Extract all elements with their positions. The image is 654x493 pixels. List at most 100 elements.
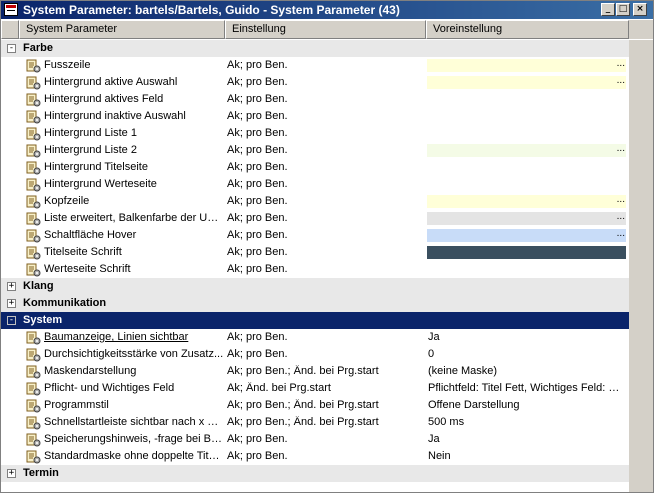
parameter-row[interactable]: Baumanzeige, Linien sichtbar Ak; pro Ben.… bbox=[1, 329, 629, 346]
parameter-icon bbox=[26, 381, 41, 396]
color-picker-dots[interactable]: ... bbox=[617, 211, 625, 222]
parameter-row[interactable]: Hintergrund Liste 1 Ak; pro Ben. bbox=[1, 125, 629, 142]
parameter-row[interactable]: Hintergrund aktives Feld Ak; pro Ben. bbox=[1, 91, 629, 108]
parameter-row[interactable]: Standardmaske ohne doppelte Titell... Ak;… bbox=[1, 448, 629, 465]
parameter-row[interactable]: Speicherungshinweis, -frage bei Bea... Ak… bbox=[1, 431, 629, 448]
parameter-label: Hintergrund Liste 1 bbox=[44, 127, 137, 139]
expand-icon[interactable]: + bbox=[7, 469, 16, 478]
parameter-icon bbox=[26, 160, 41, 175]
group-row-system[interactable]: - System bbox=[1, 312, 629, 329]
title-bar[interactable]: System Parameter: bartels/Bartels, Guido… bbox=[1, 1, 653, 19]
system-parameter-window: System Parameter: bartels/Bartels, Guido… bbox=[0, 0, 654, 493]
expand-icon[interactable]: + bbox=[7, 299, 16, 308]
group-row-kommunikation[interactable]: + Kommunikation bbox=[1, 295, 629, 312]
parameter-row[interactable]: Hintergrund Liste 2 Ak; pro Ben.... bbox=[1, 142, 629, 159]
parameter-row[interactable]: Hintergrund aktive Auswahl Ak; pro Ben...… bbox=[1, 74, 629, 91]
parameter-icon bbox=[26, 398, 41, 413]
parameter-icon bbox=[26, 177, 41, 192]
parameter-setting: Ak; Änd. bei Prg.start bbox=[227, 382, 331, 394]
parameter-setting: Ak; pro Ben. bbox=[227, 161, 288, 173]
parameter-label: Standardmaske ohne doppelte Titell... bbox=[44, 450, 224, 462]
parameter-icon bbox=[26, 228, 41, 243]
maximize-button[interactable]: □ bbox=[616, 3, 630, 16]
parameter-default: Pflichtfeld: Titel Fett, Wichtiges Feld:… bbox=[428, 382, 625, 394]
parameter-icon bbox=[26, 432, 41, 447]
parameter-setting: Ak; pro Ben. bbox=[227, 331, 288, 343]
parameter-setting: Ak; pro Ben.; Änd. bei Prg.start bbox=[227, 416, 379, 428]
collapse-icon[interactable]: - bbox=[7, 44, 16, 53]
parameter-row[interactable]: Hintergrund Titelseite Ak; pro Ben. bbox=[1, 159, 629, 176]
column-header-parameter[interactable]: System Parameter bbox=[19, 20, 225, 39]
parameter-row[interactable]: Hintergrund inaktive Auswahl Ak; pro Ben. bbox=[1, 108, 629, 125]
default-color-swatch[interactable]: ... bbox=[427, 143, 626, 157]
group-row-farbe[interactable]: - Farbe bbox=[1, 40, 629, 57]
parameter-icon bbox=[26, 109, 41, 124]
parameter-setting: Ak; pro Ben. bbox=[227, 433, 288, 445]
default-color-swatch[interactable]: ... bbox=[427, 211, 626, 225]
default-color-swatch[interactable]: ... bbox=[427, 194, 626, 208]
parameter-icon bbox=[26, 262, 41, 277]
expand-icon[interactable]: + bbox=[7, 282, 16, 291]
parameter-icon bbox=[26, 126, 41, 141]
default-color-swatch[interactable]: ... bbox=[427, 75, 626, 89]
parameter-icon bbox=[26, 143, 41, 158]
column-header-voreinstellung[interactable]: Voreinstellung bbox=[426, 20, 629, 39]
group-label: Termin bbox=[23, 467, 59, 479]
parameter-row[interactable]: Liste erweitert, Balkenfarbe der Unte...… bbox=[1, 210, 629, 227]
column-header-spacer bbox=[1, 20, 19, 39]
parameter-row[interactable]: Hintergrund Werteseite Ak; pro Ben. bbox=[1, 176, 629, 193]
parameter-default: Ja bbox=[428, 331, 440, 343]
parameter-label: Hintergrund inaktive Auswahl bbox=[44, 110, 186, 122]
parameter-row[interactable]: Titelseite Schrift Ak; pro Ben. bbox=[1, 244, 629, 261]
parameter-row[interactable]: Programmstil Ak; pro Ben.; Änd. bei Prg.s… bbox=[1, 397, 629, 414]
color-picker-dots[interactable]: ... bbox=[617, 194, 625, 205]
parameter-setting: Ak; pro Ben. bbox=[227, 229, 288, 241]
parameter-row[interactable]: Fusszeile Ak; pro Ben.... bbox=[1, 57, 629, 74]
parameter-row[interactable]: Pflicht- und Wichtiges Feld Ak; Änd. bei … bbox=[1, 380, 629, 397]
parameter-default: Offene Darstellung bbox=[428, 399, 520, 411]
parameter-label: Hintergrund Liste 2 bbox=[44, 144, 137, 156]
parameter-setting: Ak; pro Ben. bbox=[227, 212, 288, 224]
group-row-klang[interactable]: + Klang bbox=[1, 278, 629, 295]
parameter-icon bbox=[26, 347, 41, 362]
parameter-label: Baumanzeige, Linien sichtbar bbox=[44, 331, 189, 343]
parameter-icon bbox=[26, 330, 41, 345]
parameter-setting: Ak; pro Ben. bbox=[227, 348, 288, 360]
parameter-label: Speicherungshinweis, -frage bei Bea... bbox=[44, 433, 224, 445]
parameter-label: Schaltfläche Hover bbox=[44, 229, 137, 241]
default-color-swatch[interactable] bbox=[427, 246, 626, 259]
parameter-icon bbox=[26, 245, 41, 260]
parameter-label: Hintergrund Titelseite bbox=[44, 161, 148, 173]
parameter-label: Hintergrund aktives Feld bbox=[44, 93, 164, 105]
collapse-icon[interactable]: - bbox=[7, 316, 16, 325]
parameter-setting: Ak; pro Ben. bbox=[227, 76, 288, 88]
parameter-label: Schnellstartleiste sichtbar nach x Mill.… bbox=[44, 416, 224, 428]
column-header-einstellung[interactable]: Einstellung bbox=[225, 20, 426, 39]
parameter-label: Hintergrund Werteseite bbox=[44, 178, 157, 190]
parameter-row[interactable]: Schaltfläche Hover Ak; pro Ben.... bbox=[1, 227, 629, 244]
minimize-button[interactable]: _ bbox=[601, 3, 615, 16]
parameter-row[interactable]: Werteseite Schrift Ak; pro Ben. bbox=[1, 261, 629, 278]
close-button[interactable]: × bbox=[633, 3, 647, 16]
parameter-row[interactable]: Schnellstartleiste sichtbar nach x Mill.… bbox=[1, 414, 629, 431]
color-picker-dots[interactable]: ... bbox=[617, 228, 625, 239]
parameter-setting: Ak; pro Ben. bbox=[227, 110, 288, 122]
parameter-row[interactable]: Kopfzeile Ak; pro Ben.... bbox=[1, 193, 629, 210]
parameter-label: Maskendarstellung bbox=[44, 365, 137, 377]
color-picker-dots[interactable]: ... bbox=[617, 143, 625, 154]
parameter-icon bbox=[26, 211, 41, 226]
parameter-label: Kopfzeile bbox=[44, 195, 90, 207]
parameter-icon bbox=[26, 364, 41, 379]
color-picker-dots[interactable]: ... bbox=[617, 58, 625, 69]
parameter-row[interactable]: Durchsichtigkeitsstärke von Zusatz... Ak;… bbox=[1, 346, 629, 363]
parameter-icon bbox=[26, 58, 41, 73]
parameter-setting: Ak; pro Ben.; Änd. bei Prg.start bbox=[227, 365, 379, 377]
default-color-swatch[interactable]: ... bbox=[427, 228, 626, 242]
parameter-default: Ja bbox=[428, 433, 440, 445]
default-color-swatch[interactable]: ... bbox=[427, 58, 626, 72]
group-row-termin[interactable]: + Termin bbox=[1, 465, 629, 482]
parameter-row[interactable]: Maskendarstellung Ak; pro Ben.; Änd. bei … bbox=[1, 363, 629, 380]
parameter-label: Hintergrund aktive Auswahl bbox=[44, 76, 178, 88]
color-picker-dots[interactable]: ... bbox=[617, 75, 625, 86]
parameter-default: 500 ms bbox=[428, 416, 465, 428]
